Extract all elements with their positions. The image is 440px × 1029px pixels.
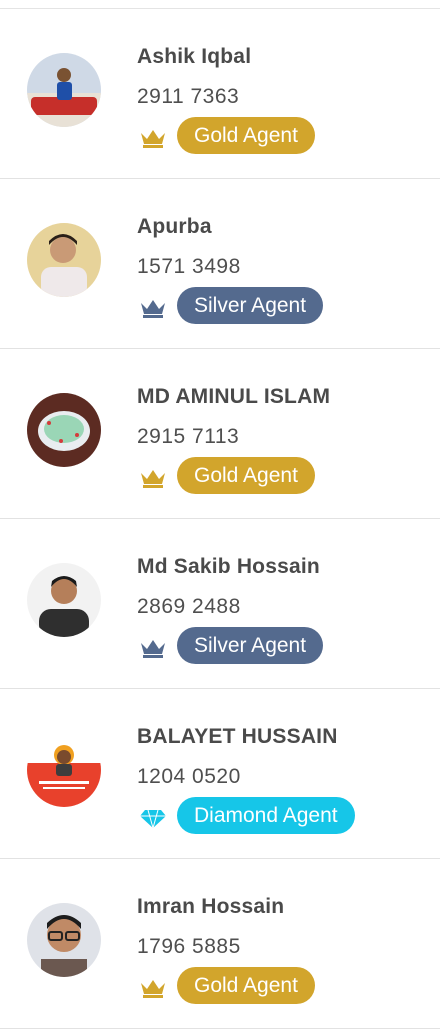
avatar — [27, 223, 101, 297]
tier-badge: Gold Agent — [177, 457, 315, 494]
crown-icon — [141, 980, 165, 998]
agent-row[interactable]: Imran Hossain 1796 5885 Gold Agent — [0, 859, 440, 1029]
agent-row[interactable]: BALAYET HUSSAIN 1204 0520 Diamond Agent — [0, 689, 440, 859]
diamond-icon — [140, 809, 166, 829]
agent-phone: 2915 7113 — [137, 425, 240, 448]
tier-badge: Gold Agent — [177, 967, 315, 1004]
agent-name: BALAYET HUSSAIN — [137, 725, 338, 748]
agent-row[interactable]: MD AMINUL ISLAM 2915 7113 Gold Agent — [0, 349, 440, 519]
avatar — [27, 563, 101, 637]
agent-phone: 2869 2488 — [137, 595, 241, 618]
avatar — [27, 53, 101, 127]
agent-row[interactable]: Apurba 1571 3498 Silver Agent — [0, 179, 440, 349]
agent-name: MD AMINUL ISLAM — [137, 385, 331, 408]
crown-icon — [141, 130, 165, 148]
agent-list: Ashik Iqbal 2911 7363 Gold Agent Apurba … — [0, 9, 440, 1029]
avatar — [27, 393, 101, 467]
agent-name: Md Sakib Hossain — [137, 555, 320, 578]
crown-icon — [141, 300, 165, 318]
agent-row[interactable]: Ashik Iqbal 2911 7363 Gold Agent — [0, 9, 440, 179]
agent-phone: 2911 7363 — [137, 85, 240, 108]
agent-name: Imran Hossain — [137, 895, 285, 918]
tier-badge: Silver Agent — [177, 287, 324, 324]
agent-phone: 1204 0520 — [137, 765, 241, 788]
crown-icon — [141, 640, 165, 658]
top-divider — [0, 0, 440, 9]
tier-badge: Diamond Agent — [177, 797, 355, 834]
agent-phone: 1571 3498 — [137, 255, 241, 278]
tier-badge: Silver Agent — [177, 627, 324, 664]
agent-name: Ashik Iqbal — [137, 45, 252, 68]
avatar — [27, 733, 101, 807]
agent-name: Apurba — [137, 215, 212, 238]
tier-badge: Gold Agent — [177, 117, 315, 154]
agent-row[interactable]: Md Sakib Hossain 2869 2488 Silver Agent — [0, 519, 440, 689]
avatar — [27, 903, 101, 977]
crown-icon — [141, 470, 165, 488]
agent-phone: 1796 5885 — [137, 935, 241, 958]
